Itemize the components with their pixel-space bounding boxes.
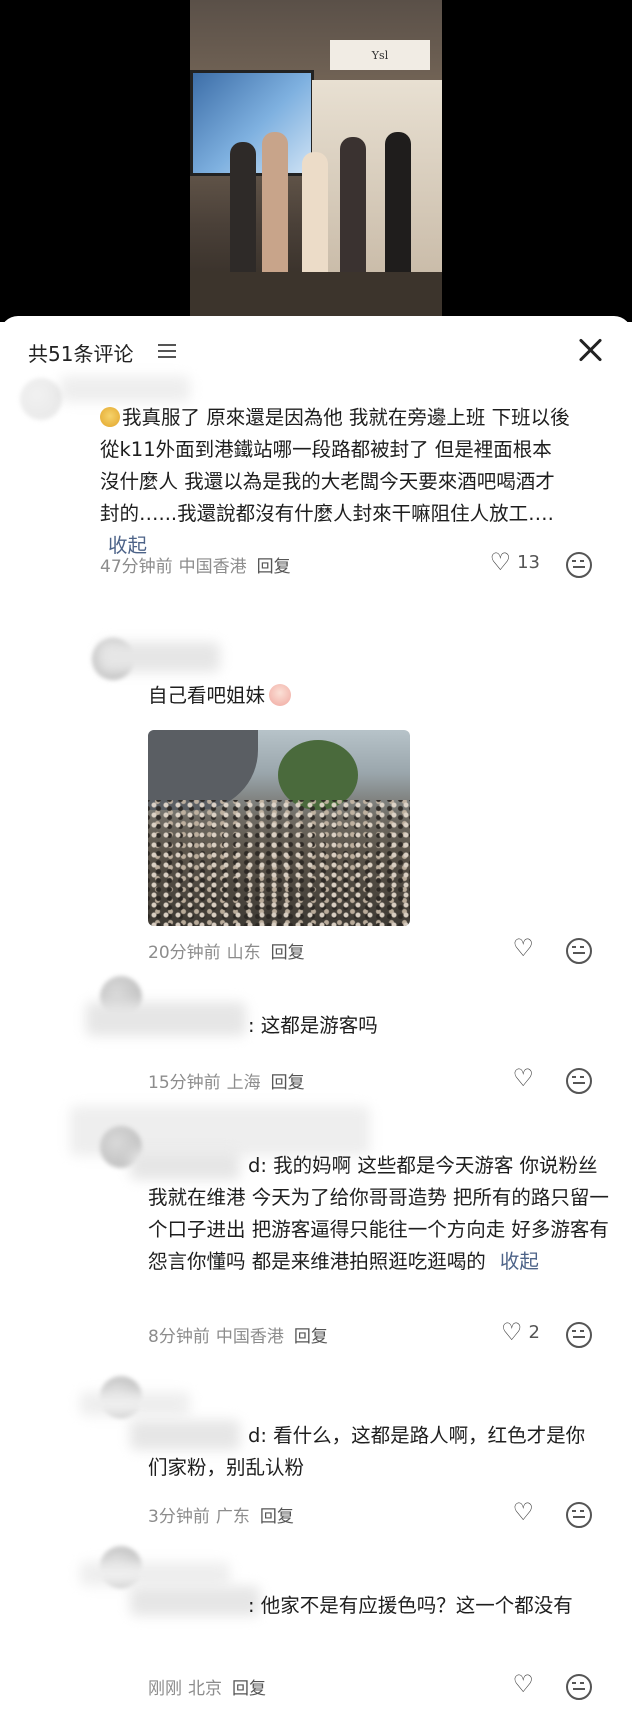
like-button[interactable]: ♡: [512, 1066, 540, 1090]
comment-text: d: 我的妈啊 这些都是今天游客 你说粉丝 我就在维港 今天为了给你哥哥造势 把…: [148, 1150, 614, 1278]
sort-icon[interactable]: [158, 344, 176, 358]
comment-prefix: d:: [248, 1154, 267, 1177]
comment-item: 自己看吧姐妹 20分钟前 山东 回复 ♡: [0, 638, 632, 964]
comment-time: 20分钟前: [148, 943, 221, 963]
comment-time: 刚刚: [148, 1679, 182, 1699]
comment-time: 3分钟前: [148, 1507, 210, 1527]
heart-icon: ♡: [512, 1064, 534, 1092]
comment-item: d: 看什么，这都是路人啊，红色才是你们家粉，别乱认粉 3分钟前 广东 回复 ♡: [0, 1376, 632, 1528]
dislike-icon[interactable]: [566, 552, 592, 578]
comment-body: 我真服了 原來還是因為他 我就在旁邊上班 下班以後 從k11外面到港鐵站哪一段路…: [100, 406, 570, 525]
username-blurred: [86, 1002, 246, 1036]
photo-building: [148, 730, 258, 810]
store-sign: Ysl: [330, 40, 430, 70]
comment-item: : 这都是游客吗 15分钟前 上海 回复 ♡: [0, 976, 632, 1094]
comment-text: : 他家不是有应援色吗？这一个都没有: [148, 1590, 588, 1622]
comment-sheet-header: 共51条评论: [0, 316, 632, 378]
like-count: 2: [528, 1321, 540, 1343]
like-count: 13: [517, 551, 540, 573]
comment-text: d: 看什么，这都是路人啊，红色才是你们家粉，别乱认粉: [148, 1420, 588, 1484]
comment-location: 中国香港: [215, 1327, 284, 1347]
username-blurred: [80, 1392, 190, 1416]
username-blurred: [100, 642, 220, 672]
person-figure: [230, 142, 256, 282]
comment-count-title: 共51条评论: [28, 342, 134, 366]
comment-text: 自己看吧姐妹: [148, 680, 568, 712]
reply-button[interactable]: 回复: [260, 1507, 294, 1527]
like-button[interactable]: ♡: [512, 1500, 540, 1524]
reply-button[interactable]: 回复: [232, 1679, 266, 1699]
like-button[interactable]: ♡: [512, 936, 540, 960]
comment-time: 15分钟前: [148, 1073, 221, 1093]
reply-button[interactable]: 回复: [294, 1327, 328, 1347]
emoji-icon: [269, 684, 292, 706]
heart-icon: ♡: [512, 934, 534, 962]
comment-body: 自己看吧姐妹: [148, 684, 266, 707]
comment-meta: 刚刚 北京 回复: [148, 1674, 266, 1699]
video-frame: Ysl: [190, 0, 442, 322]
avatar[interactable]: [20, 378, 62, 420]
video-player[interactable]: Ysl: [0, 0, 632, 322]
comment-prefix: d:: [248, 1424, 267, 1447]
like-button[interactable]: ♡: [512, 1672, 540, 1696]
comment-location: 广东: [215, 1507, 250, 1527]
comment-meta: 20分钟前 山东 回复: [148, 938, 305, 963]
heart-icon: ♡: [501, 1318, 523, 1346]
comment-text: 我真服了 原來還是因為他 我就在旁邊上班 下班以後 從k11外面到港鐵站哪一段路…: [100, 402, 570, 562]
comment-sheet: 共51条评论 我真服了 原來還是因為他 我就在旁邊上班 下班以後 從k11外面到…: [0, 316, 632, 1734]
comment-meta: 15分钟前 上海 回复: [148, 1068, 305, 1093]
comment-meta: 47分钟前 中国香港 回复: [100, 552, 291, 577]
heart-icon: ♡: [512, 1670, 534, 1698]
person-figure: [262, 132, 288, 282]
dislike-icon[interactable]: [566, 1068, 592, 1094]
person-figure: [302, 152, 328, 282]
comment-location: 中国香港: [178, 557, 247, 577]
comment-time: 47分钟前: [100, 557, 173, 577]
comment-time: 8分钟前: [148, 1327, 210, 1347]
comment-location: 北京: [188, 1679, 222, 1699]
comment-meta: 3分钟前 广东 回复: [148, 1502, 294, 1527]
comment-item: : 他家不是有应援色吗？这一个都没有 刚刚 北京 回复 ♡: [0, 1546, 632, 1726]
username-blurred: [60, 376, 190, 402]
reply-button[interactable]: 回复: [271, 943, 305, 963]
comment-location: 上海: [226, 1073, 261, 1093]
comment-body: 这都是游客吗: [260, 1014, 378, 1037]
dislike-icon[interactable]: [566, 938, 592, 964]
comment-meta: 8分钟前 中国香港 回复: [148, 1322, 328, 1347]
heart-icon: ♡: [489, 548, 512, 576]
like-button[interactable]: ♡ 2: [501, 1320, 540, 1344]
comment-item: d: 我的妈啊 这些都是今天游客 你说粉丝 我就在维港 今天为了给你哥哥造势 把…: [0, 1106, 632, 1356]
photo-crowd: [148, 800, 410, 926]
emoji-icon: [100, 407, 120, 427]
person-figure: [385, 132, 411, 282]
comment-text: : 这都是游客吗: [248, 1010, 568, 1042]
dislike-icon[interactable]: [566, 1674, 592, 1700]
comment-location: 山东: [226, 943, 261, 963]
like-button[interactable]: ♡ 13: [490, 550, 540, 574]
store-front-image: [312, 80, 442, 280]
comment-body: 看什么，这都是路人啊，红色才是你们家粉，别乱认粉: [148, 1424, 586, 1479]
dislike-icon[interactable]: [566, 1502, 592, 1528]
reply-button[interactable]: 回复: [271, 1073, 305, 1093]
heart-icon: ♡: [512, 1498, 534, 1526]
person-figure: [340, 137, 366, 282]
comment-body: 他家不是有应援色吗？这一个都没有: [260, 1594, 573, 1617]
crowd-photo[interactable]: [148, 730, 410, 926]
reply-button[interactable]: 回复: [257, 557, 291, 577]
dislike-icon[interactable]: [566, 1322, 592, 1348]
comment-prefix: :: [248, 1594, 255, 1617]
collapse-link[interactable]: 收起: [500, 1250, 539, 1273]
video-floor: [190, 272, 442, 322]
username-blurred: [80, 1562, 230, 1586]
close-button[interactable]: [576, 336, 604, 364]
comment-body: 我的妈啊 这些都是今天游客 你说粉丝 我就在维港 今天为了给你哥哥造势 把所有的…: [148, 1154, 609, 1273]
comment-prefix: :: [248, 1014, 255, 1037]
comment-item: 我真服了 原來還是因為他 我就在旁邊上班 下班以後 從k11外面到港鐵站哪一段路…: [0, 376, 632, 578]
